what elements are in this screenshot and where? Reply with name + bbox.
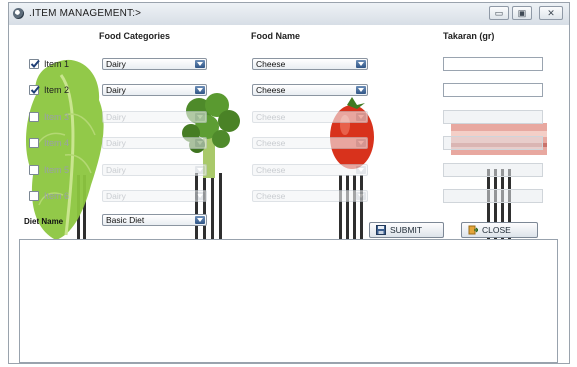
form-panel: Food Categories Food Name Takaran (gr) I… xyxy=(9,25,569,363)
chevron-down-icon xyxy=(195,192,205,200)
checkmark-icon xyxy=(30,59,40,68)
item-label: Item 1 xyxy=(44,59,70,69)
item-checkbox[interactable] xyxy=(29,112,39,122)
submit-label: SUBMIT xyxy=(390,225,423,235)
item-label: Item 2 xyxy=(44,85,70,95)
food-name-combo[interactable]: Cheese xyxy=(252,137,368,149)
food-category-combo[interactable]: Dairy xyxy=(102,58,207,70)
food-category-combo-value: Dairy xyxy=(106,191,126,201)
food-name-combo-value: Cheese xyxy=(256,59,286,69)
food-category-combo-value: Dairy xyxy=(106,138,126,148)
chevron-down-icon xyxy=(356,192,366,200)
chevron-down-icon xyxy=(195,139,205,147)
food-name-combo[interactable]: Cheese xyxy=(252,84,368,96)
item-checkbox[interactable] xyxy=(29,138,39,148)
takaran-input[interactable] xyxy=(443,110,543,124)
item-checkbox[interactable] xyxy=(29,165,39,175)
chevron-down-icon xyxy=(356,60,366,68)
chevron-down-icon xyxy=(356,139,366,147)
chevron-down-icon xyxy=(195,216,205,224)
food-category-combo[interactable]: Dairy xyxy=(102,84,207,96)
diet-name-label: Diet Name xyxy=(24,217,64,226)
food-name-combo-value: Cheese xyxy=(256,191,286,201)
checkmark-icon xyxy=(30,85,40,94)
chevron-down-icon xyxy=(195,86,205,94)
maximize-button[interactable]: ▣ xyxy=(512,6,532,20)
food-name-combo-value: Cheese xyxy=(256,138,286,148)
diet-name-value: Basic Diet xyxy=(106,215,145,225)
chevron-down-icon xyxy=(356,113,366,121)
chevron-down-icon xyxy=(195,113,205,121)
food-category-combo[interactable]: Dairy xyxy=(102,137,207,149)
food-category-combo-value: Dairy xyxy=(106,85,126,95)
food-category-combo[interactable]: Dairy xyxy=(102,164,207,176)
food-name-combo-value: Cheese xyxy=(256,112,286,122)
food-name-combo-value: Cheese xyxy=(256,85,286,95)
minimize-button[interactable]: ▭ xyxy=(489,6,509,20)
item-label: Item 5 xyxy=(44,165,70,175)
item-label: Item 6 xyxy=(44,191,70,201)
food-name-combo[interactable]: Cheese xyxy=(252,58,368,70)
close-button[interactable]: CLOSE xyxy=(461,222,538,238)
item-label: Item 3 xyxy=(44,112,70,122)
food-name-combo[interactable]: Cheese xyxy=(252,190,368,202)
item-checkbox[interactable] xyxy=(29,85,40,95)
takaran-input[interactable] xyxy=(443,57,543,71)
item-checkbox[interactable] xyxy=(29,191,39,201)
takaran-input[interactable] xyxy=(443,163,543,177)
chevron-down-icon xyxy=(195,166,205,174)
food-category-combo-value: Dairy xyxy=(106,59,126,69)
door-exit-icon xyxy=(468,225,478,235)
window-title: .ITEM MANAGEMENT:> xyxy=(29,8,142,19)
food-category-combo-value: Dairy xyxy=(106,112,126,122)
item-checkbox[interactable] xyxy=(29,59,40,69)
close-window-button[interactable]: ✕ xyxy=(539,6,563,20)
food-category-combo-value: Dairy xyxy=(106,165,126,175)
floppy-disk-icon xyxy=(376,225,386,235)
food-name-combo[interactable]: Cheese xyxy=(252,111,368,123)
header-takaran: Takaran (gr) xyxy=(443,31,495,41)
food-name-combo[interactable]: Cheese xyxy=(252,164,368,176)
item-management-window: .ITEM MANAGEMENT:> ▭ ▣ ✕ Food Categories… xyxy=(8,2,570,364)
item-label: Item 4 xyxy=(44,138,70,148)
food-category-combo[interactable]: Dairy xyxy=(102,190,207,202)
close-label: CLOSE xyxy=(482,225,511,235)
output-textarea[interactable] xyxy=(19,239,558,363)
app-icon xyxy=(13,8,24,19)
food-category-combo[interactable]: Dairy xyxy=(102,111,207,123)
header-food-categories: Food Categories xyxy=(99,31,171,41)
header-food-name: Food Name xyxy=(251,31,301,41)
diet-name-combo[interactable]: Basic Diet xyxy=(102,214,207,226)
chevron-down-icon xyxy=(356,86,366,94)
takaran-input[interactable] xyxy=(443,83,543,97)
food-name-combo-value: Cheese xyxy=(256,165,286,175)
chevron-down-icon xyxy=(195,60,205,68)
title-bar: .ITEM MANAGEMENT:> ▭ ▣ ✕ xyxy=(9,3,569,26)
takaran-input[interactable] xyxy=(443,136,543,150)
chevron-down-icon xyxy=(356,166,366,174)
takaran-input[interactable] xyxy=(443,189,543,203)
submit-button[interactable]: SUBMIT xyxy=(369,222,444,238)
